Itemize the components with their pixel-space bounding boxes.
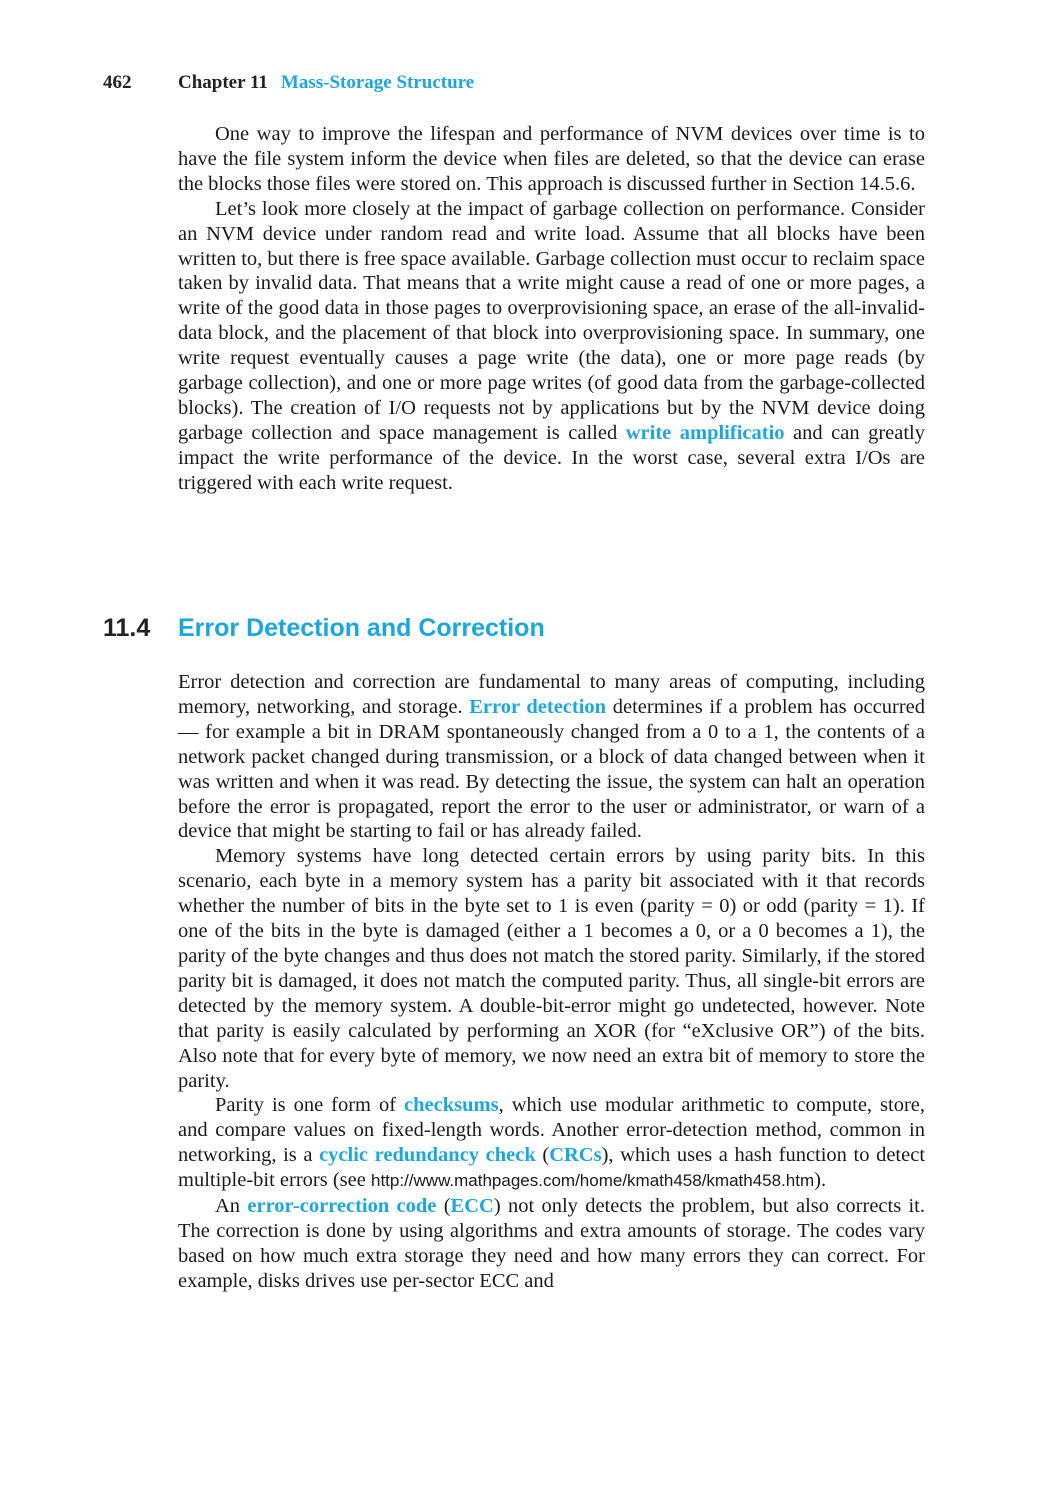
term-checksums[interactable]: checksums bbox=[404, 1094, 499, 1116]
paragraph-nvm-lifespan: One way to improve the lifespan and perf… bbox=[178, 123, 925, 195]
section-heading: 11.4 Error Detection and Correction bbox=[103, 614, 545, 643]
mathpages-url-link[interactable]: http://www.mathpages.com/home/kmath458/k… bbox=[371, 1171, 814, 1190]
paragraph-checksums: Parity is one form of checksums, which u… bbox=[178, 1094, 926, 1192]
chapter-title: Mass-Storage Structure bbox=[280, 72, 475, 93]
page-number: 462 bbox=[103, 72, 132, 93]
running-header: 462 Chapter 11 Mass-Storage Structure bbox=[103, 72, 474, 94]
paragraph-garbage-collection: Let’s look more closely at the impact of… bbox=[178, 197, 925, 494]
top-text-block: One way to improve the lifespan and perf… bbox=[178, 122, 925, 496]
section-number: 11.4 bbox=[103, 614, 151, 642]
paragraph-error-detection: Error detection and correction are funda… bbox=[178, 671, 926, 843]
section-title: Error Detection and Correction bbox=[178, 614, 545, 642]
term-error-detection[interactable]: Error detection bbox=[469, 696, 606, 718]
term-crcs[interactable]: CRCs bbox=[549, 1144, 601, 1166]
term-write-amplification[interactable]: write amplificatio bbox=[626, 422, 785, 444]
paragraph-parity: Memory systems have long detected certai… bbox=[178, 845, 925, 1092]
chapter-label: Chapter 11 bbox=[178, 72, 268, 93]
section-text-block: Error detection and correction are funda… bbox=[178, 670, 925, 1294]
term-cyclic-redundancy-check[interactable]: cyclic redundancy check bbox=[319, 1144, 536, 1166]
term-ecc[interactable]: ECC bbox=[451, 1195, 494, 1217]
paragraph-ecc: An error-correction code (ECC) not only … bbox=[178, 1195, 926, 1292]
book-page: 462 Chapter 11 Mass-Storage Structure One … bbox=[0, 0, 1050, 1500]
term-error-correction-code[interactable]: error-correction code bbox=[247, 1195, 436, 1217]
